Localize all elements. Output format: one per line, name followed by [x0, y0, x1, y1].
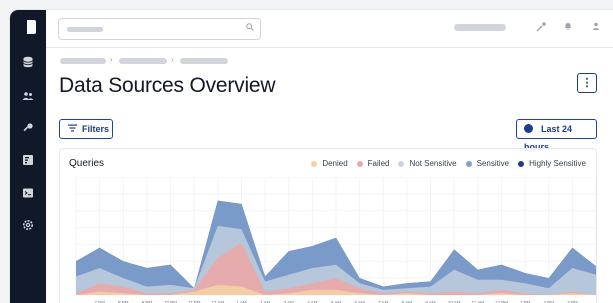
search-input[interactable]	[58, 18, 261, 40]
queries-card: Queries Denied Failed Not Sensitive Sens…	[59, 148, 597, 303]
account-icon[interactable]	[591, 21, 601, 34]
legend-label: Failed	[367, 159, 390, 168]
page-title: Data Sources Overview	[59, 74, 276, 97]
legend-swatch	[465, 160, 472, 167]
legend-label: Denied	[322, 159, 348, 168]
legend-swatch	[356, 160, 363, 167]
user-name-pill[interactable]	[454, 24, 506, 31]
filters-label: Filters	[82, 124, 110, 134]
legend-swatch	[518, 160, 525, 167]
breadcrumb-item[interactable]	[119, 58, 167, 64]
chart-legend: Denied Failed Not Sensitive Sensitive Hi…	[311, 159, 586, 168]
search-placeholder	[67, 27, 103, 32]
filters-button[interactable]: Filters	[59, 119, 113, 139]
legend-swatch	[398, 160, 405, 167]
clock-icon	[524, 124, 533, 133]
time-range-button[interactable]: Last 24 hours	[516, 119, 597, 152]
legend-label: Highly Sensitive	[529, 159, 586, 168]
settings-icon[interactable]	[21, 219, 35, 233]
legend-item-highly-sensitive[interactable]: Highly Sensitive	[518, 159, 586, 168]
left-nav-rail	[10, 10, 46, 303]
legend-item-failed[interactable]: Failed	[356, 159, 390, 168]
top-bar	[46, 10, 613, 48]
chevron-right-icon: ›	[171, 55, 174, 64]
bookmark-icon[interactable]	[535, 21, 547, 36]
database-icon[interactable]	[21, 56, 35, 70]
legend-item-sensitive[interactable]: Sensitive	[465, 159, 510, 168]
legend-item-denied[interactable]: Denied	[311, 159, 348, 168]
report-icon[interactable]	[21, 154, 35, 168]
users-icon[interactable]	[21, 90, 35, 104]
search-icon	[246, 23, 254, 34]
terminal-icon[interactable]	[21, 187, 35, 201]
more-options-button[interactable]: ⋮	[577, 73, 597, 93]
legend-swatch	[311, 160, 318, 167]
chevron-right-icon: ›	[110, 55, 113, 64]
card-title: Queries	[69, 158, 105, 169]
legend-label: Not Sensitive	[409, 159, 457, 168]
key-icon[interactable]	[21, 122, 35, 136]
breadcrumb-item[interactable]	[60, 58, 106, 64]
filter-icon	[68, 120, 77, 138]
legend-item-not-sensitive[interactable]: Not Sensitive	[398, 159, 457, 168]
queries-area-chart: 7 PM 8 PM 9 PM 10 PM 11 PM 12 AM 1 AM 2 AM 3 AM 4…	[75, 177, 596, 303]
app-window: › › Data Sources Overview ⋮ Filters Last…	[10, 10, 613, 303]
legend-label: Sensitive	[476, 159, 510, 168]
app-logo[interactable]	[22, 20, 36, 34]
breadcrumb-item[interactable]	[180, 58, 228, 64]
bell-icon[interactable]	[563, 21, 573, 34]
